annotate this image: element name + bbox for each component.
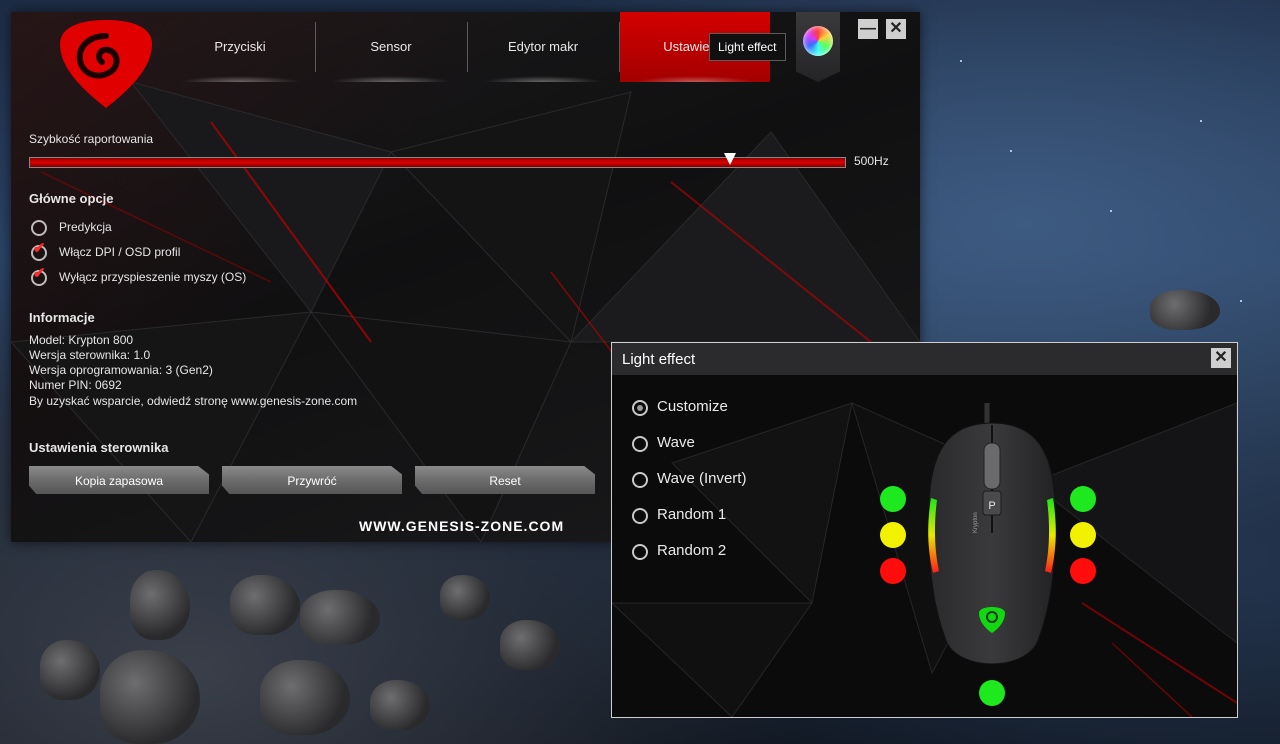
report-rate-value: 500Hz [854, 154, 889, 168]
radio[interactable] [632, 472, 648, 488]
star [1240, 300, 1242, 302]
asteroid [500, 620, 560, 670]
backup-button[interactable]: Kopia zapasowa [29, 466, 209, 494]
minimize-button[interactable]: — [858, 19, 878, 39]
asteroid [300, 590, 380, 645]
radio-selected[interactable] [632, 400, 648, 416]
asteroid [130, 570, 190, 640]
info-support: By uzyskać wsparcie, odwiedź stronę www.… [29, 394, 358, 408]
asteroid [40, 640, 100, 700]
reset-button[interactable]: Reset [415, 466, 595, 494]
dialog-title: Light effect [622, 351, 696, 368]
info-model: Model: Krypton 800 [29, 333, 134, 347]
info-heading: Informacje [29, 310, 95, 325]
color-wheel-icon [803, 26, 833, 56]
info-driver-version: Wersja sterownika: 1.0 [29, 348, 151, 362]
report-rate-label: Szybkość raportowania [29, 132, 154, 146]
star [1110, 210, 1112, 212]
mouse-illustration: P Krypton [928, 403, 1056, 665]
led-right-bottom[interactable] [1070, 558, 1096, 584]
led-logo[interactable] [979, 680, 1005, 706]
driver-settings-heading: Ustawienia sterownika [29, 440, 169, 455]
led-right-top[interactable] [1070, 486, 1096, 512]
slider-thumb[interactable] [723, 153, 736, 165]
asteroid [100, 650, 200, 744]
option-label: Włącz DPI / OSD profil [59, 245, 181, 259]
radio[interactable] [632, 508, 648, 524]
tooltip: Light effect [709, 33, 786, 61]
checkmark-icon: ✔ [33, 240, 46, 257]
led-left-top[interactable] [880, 486, 906, 512]
radio[interactable] [632, 544, 648, 560]
star [960, 60, 962, 62]
tab-przyciski[interactable]: Przyciski [165, 12, 315, 82]
checkbox[interactable] [31, 220, 47, 236]
p-button-label: P [988, 500, 995, 512]
tab-sensor[interactable]: Sensor [316, 12, 466, 82]
tab-edytor-makr[interactable]: Edytor makr [468, 12, 618, 82]
dialog-titlebar [612, 343, 1237, 375]
asteroid [260, 660, 350, 735]
info-firmware-version: Wersja oprogramowania: 3 (Gen2) [29, 363, 213, 377]
led-left-middle[interactable] [880, 522, 906, 548]
led-left-bottom[interactable] [880, 558, 906, 584]
restore-button[interactable]: Przywróć [222, 466, 402, 494]
star [1010, 150, 1012, 152]
light-effect-button[interactable] [796, 12, 840, 82]
website-link[interactable]: WWW.GENESIS-ZONE.COM [359, 518, 564, 534]
asteroid [440, 575, 490, 620]
asteroid [230, 575, 300, 635]
checkmark-icon: ✔ [33, 265, 46, 282]
asteroid [1150, 290, 1220, 330]
main-options-heading: Główne opcje [29, 191, 114, 206]
dialog-close-button[interactable]: ✕ [1211, 348, 1231, 368]
light-effect-dialog: Light effect ✕ Customize Wave Wave (Inve… [611, 342, 1238, 718]
info-pin: Numer PIN: 0692 [29, 378, 122, 392]
star [1200, 120, 1202, 122]
close-button[interactable]: ✕ [886, 19, 906, 39]
led-right-middle[interactable] [1070, 522, 1096, 548]
genesis-logo [60, 20, 152, 108]
asteroid [370, 680, 430, 730]
option-label: Predykcja [59, 220, 112, 234]
radio[interactable] [632, 436, 648, 452]
mouse-model-text: Krypton [973, 512, 979, 533]
option-label: Wyłącz przyspieszenie myszy (OS) [59, 270, 247, 284]
